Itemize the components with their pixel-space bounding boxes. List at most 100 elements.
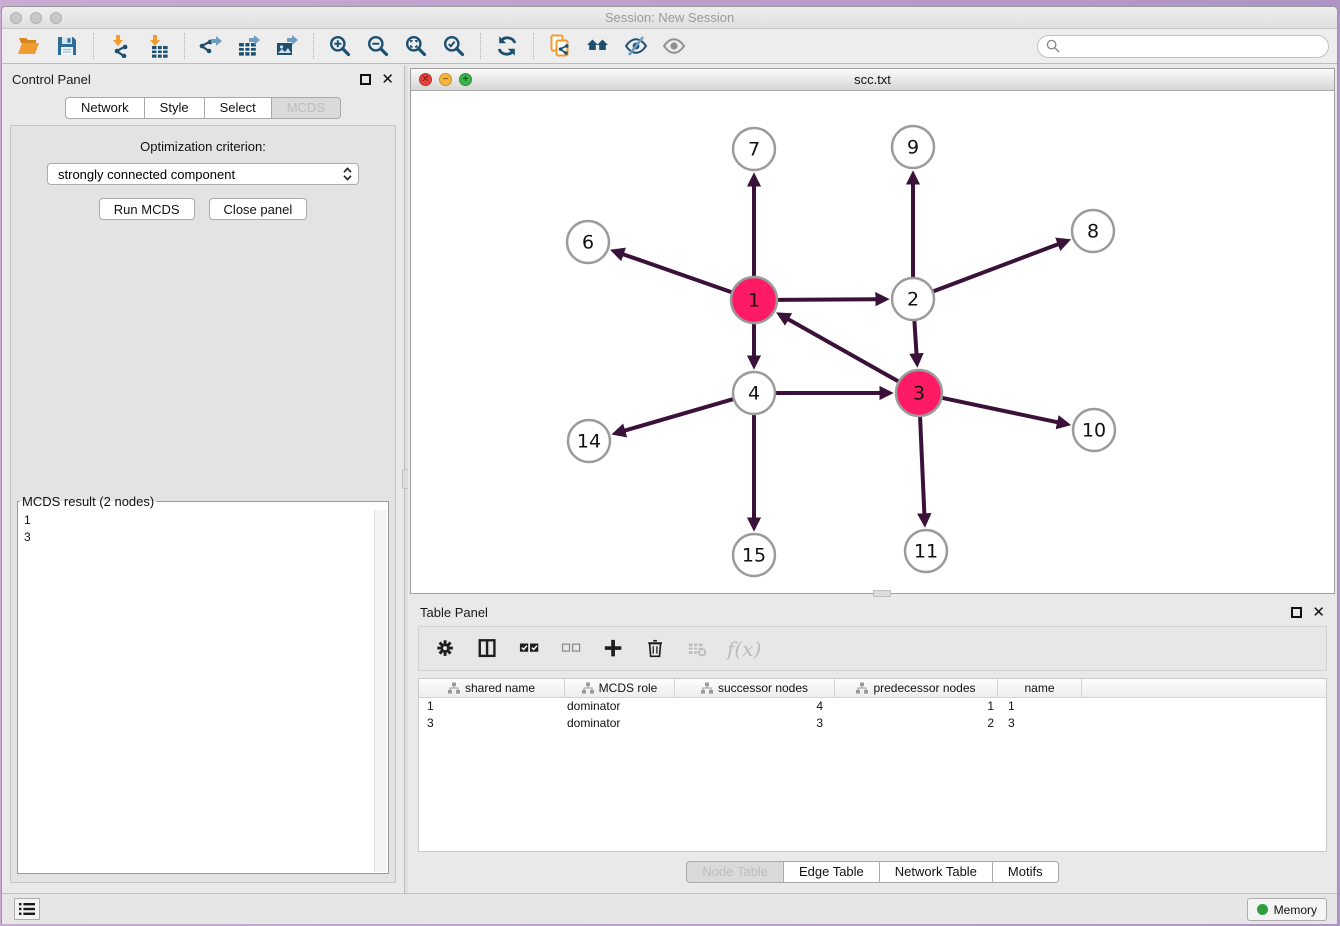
import-network-button[interactable]: [107, 33, 133, 59]
graph-edge-4-14[interactable]: [625, 399, 733, 431]
save-session-icon: [55, 34, 79, 58]
table-row[interactable]: 1dominator411: [419, 698, 1326, 715]
table-cell[interactable]: 3: [419, 715, 565, 732]
import-network-icon: [108, 34, 132, 58]
zoom-in-button[interactable]: [327, 33, 353, 59]
import-table-button[interactable]: [145, 33, 171, 59]
graph-node-label: 4: [748, 383, 760, 405]
table-row[interactable]: 3dominator323: [419, 715, 1326, 732]
right-region: ✕ − + scc.txt 7968124314101511 Table Pan: [408, 65, 1337, 893]
export-network-button[interactable]: [198, 33, 224, 59]
table-cell[interactable]: 3: [998, 715, 1082, 732]
tab-style[interactable]: Style: [145, 97, 205, 119]
table-cell[interactable]: dominator: [565, 715, 675, 732]
chevron-up-down-icon: [343, 167, 352, 181]
network-canvas[interactable]: 7968124314101511: [411, 91, 1334, 593]
frame-minimize-button[interactable]: −: [439, 73, 452, 86]
clone-network-button[interactable]: [547, 33, 573, 59]
select-all-columns-button[interactable]: [517, 636, 543, 662]
mcds-tab-content: Optimization criterion: strongly connect…: [10, 125, 396, 883]
table-cell[interactable]: 1: [835, 698, 998, 715]
list-icon: [19, 902, 35, 916]
save-session-button[interactable]: [54, 33, 80, 59]
apply-layout-button[interactable]: [494, 33, 520, 59]
table-cell[interactable]: 3: [675, 715, 835, 732]
maximize-window-button[interactable]: [50, 12, 62, 24]
show-columns-button[interactable]: [475, 636, 501, 662]
float-table-panel-icon[interactable]: [1291, 607, 1302, 618]
table-panel-header: Table Panel ✕: [410, 598, 1335, 626]
window-titlebar: Session: New Session: [2, 7, 1337, 29]
status-bar: Memory: [2, 893, 1337, 924]
table-cell[interactable]: 1: [419, 698, 565, 715]
tab-network-table[interactable]: Network Table: [880, 861, 993, 883]
graph-edge-1-2[interactable]: [778, 299, 876, 300]
table-cell[interactable]: 2: [835, 715, 998, 732]
mcds-result-text[interactable]: 13: [18, 509, 388, 873]
delete-table-button[interactable]: [685, 636, 711, 662]
table-cell[interactable]: 4: [675, 698, 835, 715]
function-builder-button[interactable]: f(x): [727, 637, 761, 661]
tab-node-table[interactable]: Node Table: [686, 861, 784, 883]
minimize-window-button[interactable]: [30, 12, 42, 24]
graph-edge-3-1[interactable]: [788, 319, 898, 381]
task-history-button[interactable]: [14, 898, 40, 920]
column-header-predecessor-nodes[interactable]: predecessor nodes: [835, 679, 998, 697]
search-input[interactable]: [1037, 35, 1329, 58]
add-column-button[interactable]: [601, 636, 627, 662]
tab-mcds[interactable]: MCDS: [272, 97, 341, 119]
column-header-shared-name[interactable]: shared name: [419, 679, 565, 697]
graph-node-label: 10: [1082, 420, 1106, 442]
memory-button[interactable]: Memory: [1247, 898, 1327, 921]
graph-node-label: 3: [913, 383, 925, 405]
tab-select[interactable]: Select: [205, 97, 272, 119]
tab-edge-table[interactable]: Edge Table: [784, 861, 880, 883]
zoom-out-button[interactable]: [365, 33, 391, 59]
column-header-MCDS-role[interactable]: MCDS role: [565, 679, 675, 697]
column-header-successor-nodes[interactable]: successor nodes: [675, 679, 835, 697]
hide-selected-button[interactable]: [623, 33, 649, 59]
optimization-criterion-select[interactable]: strongly connected component: [47, 163, 359, 185]
graph-edge-2-8[interactable]: [934, 244, 1059, 291]
result-line: 1: [24, 512, 382, 529]
graph-node-label: 14: [577, 431, 601, 453]
horizontal-splitter-handle[interactable]: [873, 590, 891, 597]
table-settings-button[interactable]: [433, 636, 459, 662]
hierarchy-icon: [701, 682, 713, 694]
search-icon: [1046, 39, 1060, 53]
hierarchy-icon: [448, 682, 460, 694]
close-window-button[interactable]: [10, 12, 22, 24]
graph-edge-3-11[interactable]: [920, 417, 924, 514]
zoom-fit-button[interactable]: [403, 33, 429, 59]
network-frame-titlebar: ✕ − + scc.txt: [411, 69, 1334, 91]
show-all-button[interactable]: [661, 33, 687, 59]
table-cell[interactable]: dominator: [565, 698, 675, 715]
home-button[interactable]: [585, 33, 611, 59]
export-network-icon: [199, 34, 223, 58]
control-panel-title: Control Panel: [12, 72, 91, 87]
result-scrollbar[interactable]: [374, 510, 387, 872]
graph-edge-3-10[interactable]: [942, 398, 1057, 422]
export-table-button[interactable]: [236, 33, 262, 59]
graph-node-label: 9: [907, 137, 919, 159]
tab-motifs[interactable]: Motifs: [993, 861, 1059, 883]
column-header-name[interactable]: name: [998, 679, 1082, 697]
frame-maximize-button[interactable]: +: [459, 73, 472, 86]
close-panel-button[interactable]: Close panel: [209, 198, 308, 220]
graph-edge-2-3[interactable]: [914, 321, 916, 354]
float-panel-icon[interactable]: [360, 74, 371, 85]
open-session-button[interactable]: [16, 33, 42, 59]
frame-close-button[interactable]: ✕: [419, 73, 432, 86]
graph-node-label: 6: [582, 232, 594, 254]
delete-columns-button[interactable]: [643, 636, 669, 662]
export-image-button[interactable]: [274, 33, 300, 59]
unselect-all-columns-button[interactable]: [559, 636, 585, 662]
close-panel-icon[interactable]: ✕: [381, 74, 394, 85]
table-cell[interactable]: 1: [998, 698, 1082, 715]
run-mcds-button[interactable]: Run MCDS: [99, 198, 195, 220]
application-window: Session: New Session: [1, 6, 1338, 924]
close-table-panel-icon[interactable]: ✕: [1312, 607, 1325, 618]
zoom-selected-button[interactable]: [441, 33, 467, 59]
graph-edge-1-6[interactable]: [623, 254, 731, 292]
tab-network[interactable]: Network: [65, 97, 145, 119]
